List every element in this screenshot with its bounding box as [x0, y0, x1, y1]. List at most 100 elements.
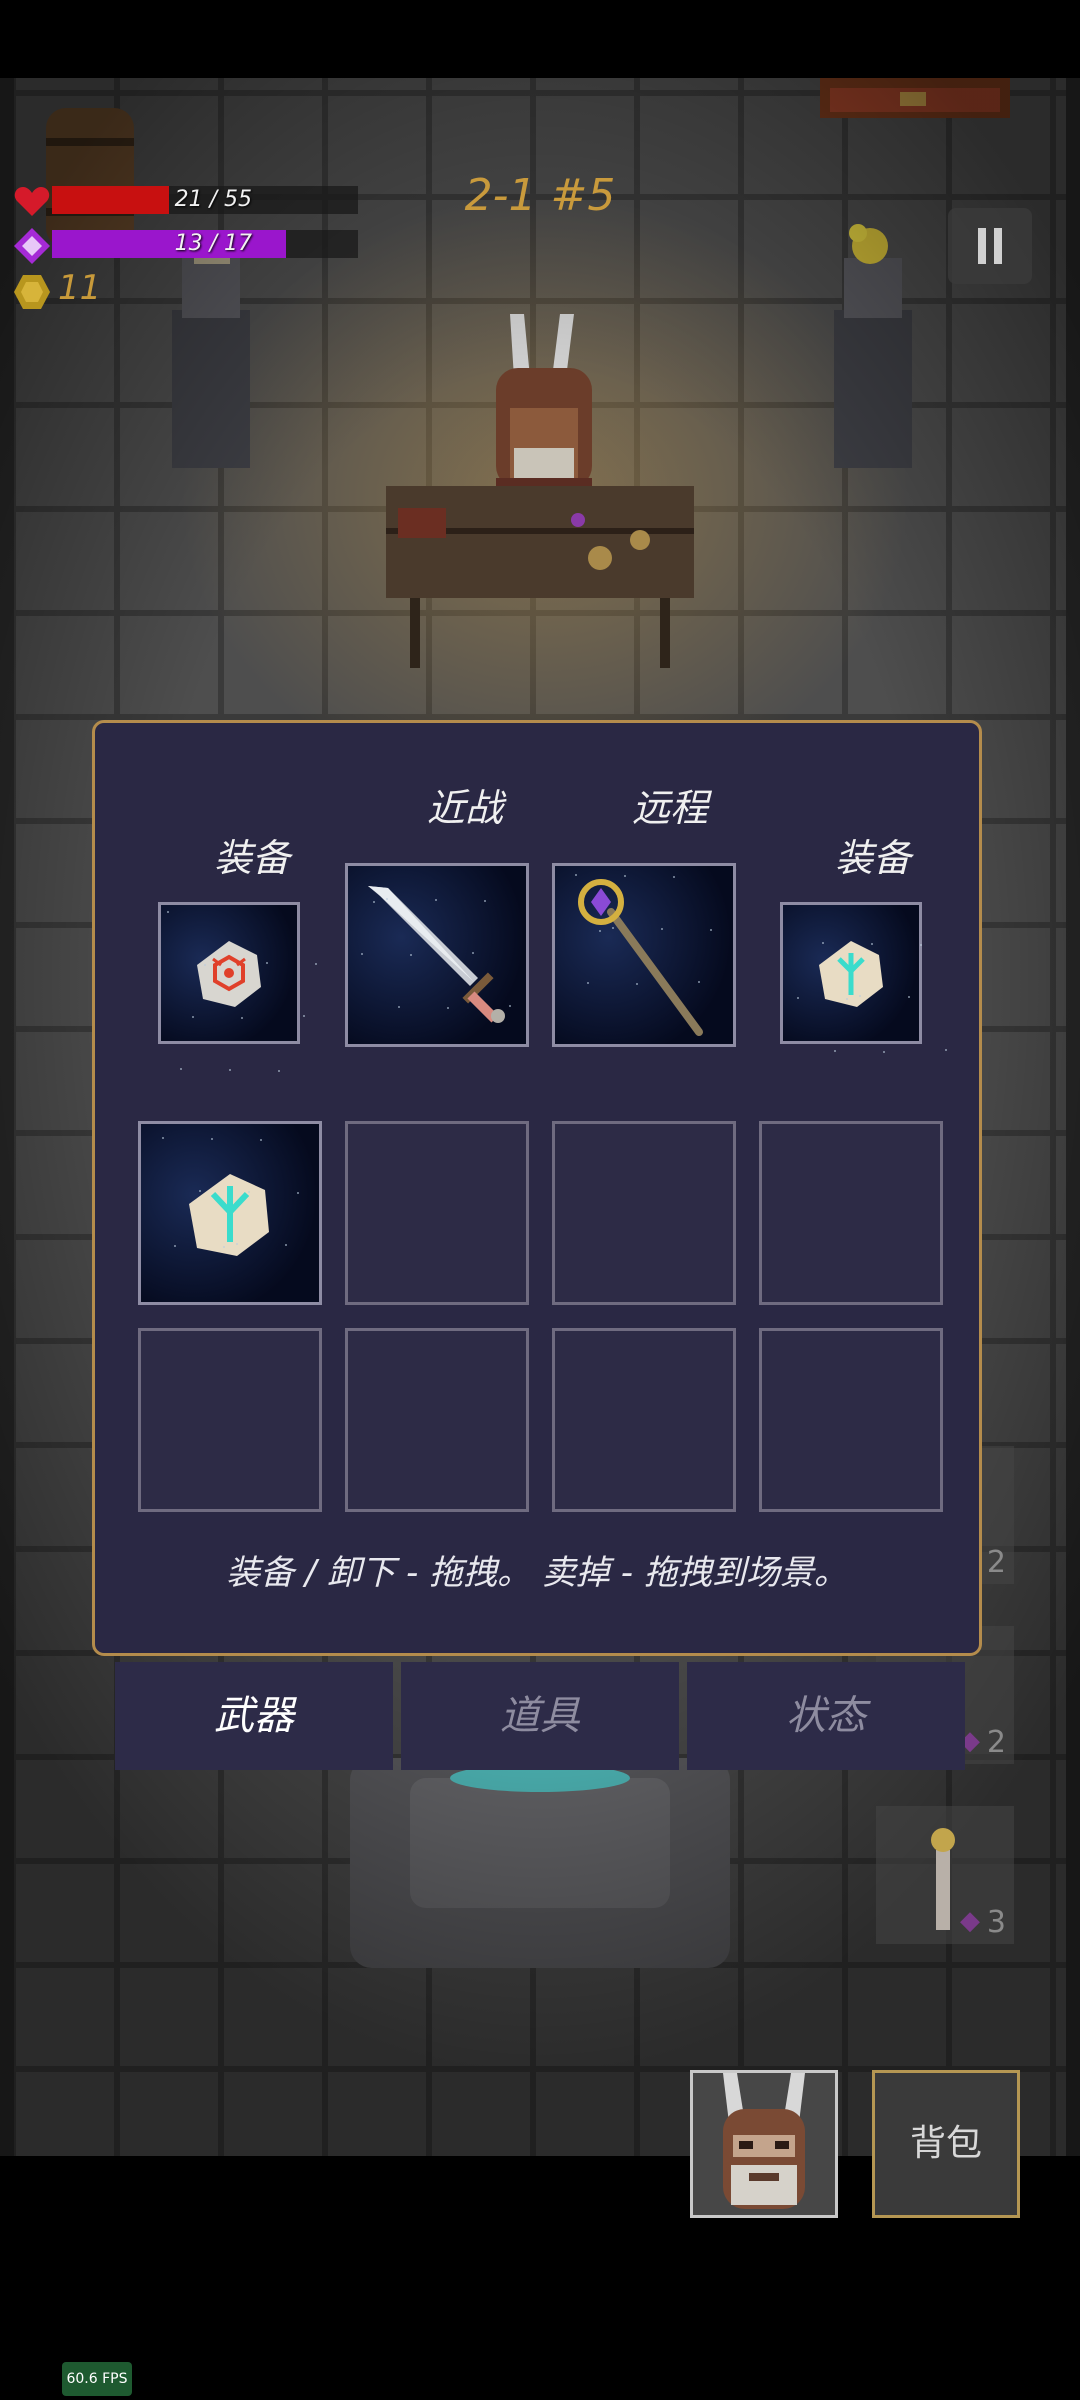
equip-slot-right[interactable]	[780, 902, 947, 1053]
quick-slot-count: 2	[986, 1545, 1006, 1580]
inventory-slot-3[interactable]	[552, 1121, 736, 1305]
star-decor	[822, 942, 824, 944]
ranged-label: 远程	[631, 786, 708, 830]
star-decor	[834, 1050, 836, 1052]
quick-slot-count: 2	[986, 1725, 1006, 1760]
star-decor	[908, 996, 910, 998]
treasure-chest-icon	[820, 78, 1010, 118]
star-decor	[315, 963, 317, 965]
inventory-slot-5[interactable]	[138, 1328, 322, 1512]
inventory-slot-7[interactable]	[552, 1328, 736, 1512]
backpack-button[interactable]: 背包	[872, 2070, 1020, 2218]
star-decor	[859, 995, 861, 997]
star-decor	[447, 1007, 449, 1009]
star-decor	[398, 1006, 400, 1008]
star-decor	[236, 1243, 238, 1245]
melee-weapon-slot[interactable]	[345, 863, 529, 1047]
merchant-table	[386, 486, 694, 668]
star-decor	[180, 1068, 182, 1070]
star-decor	[192, 1016, 194, 1018]
health-bar-track: 21 / 55	[52, 186, 358, 214]
pause-button[interactable]	[948, 208, 1032, 284]
star-decor	[174, 1245, 176, 1247]
star-decor	[797, 997, 799, 999]
inventory-slot-2[interactable]	[345, 1121, 529, 1305]
star-decor	[710, 929, 712, 931]
pedestal-right	[834, 224, 912, 468]
star-decor	[509, 1005, 511, 1007]
star-decor	[211, 1138, 213, 1140]
portal-fountain	[350, 1758, 730, 1968]
star-decor	[241, 1017, 243, 1019]
star-decor	[871, 943, 873, 945]
right-wall	[1066, 78, 1080, 2156]
ranged-weapon-slot[interactable]	[552, 863, 736, 1047]
equip-left-label: 装备	[213, 836, 290, 880]
star-decor	[587, 982, 589, 984]
equip-slot-left[interactable]	[158, 902, 317, 1072]
avatar	[723, 2073, 805, 2209]
star-decor	[386, 898, 388, 900]
star-decor	[223, 1246, 225, 1248]
tab-weapons[interactable]: 武器	[115, 1662, 393, 1770]
star-decor	[846, 998, 848, 1000]
star-decor	[167, 911, 169, 913]
mana-text: 13 / 17	[174, 231, 252, 256]
pause-icon-bar	[994, 228, 1002, 264]
quick-slot-3[interactable]: ◆ 3	[876, 1806, 1014, 1944]
star-decor	[612, 927, 614, 929]
tab-items[interactable]: 道具	[401, 1662, 679, 1770]
star-decor	[698, 981, 700, 983]
coin-count: 11	[58, 268, 102, 308]
inventory-slot-1[interactable]	[138, 1121, 322, 1305]
star-decor	[575, 874, 577, 876]
inventory-hint: 装备 / 卸下 - 拖拽。 卖掉 - 拖拽到场景。	[226, 1553, 848, 1593]
star-decor	[266, 962, 268, 964]
mana-crystal-icon	[14, 228, 50, 264]
star-decor	[361, 953, 363, 955]
level-indicator: 2-1 #5	[464, 170, 616, 221]
inventory-slot-8[interactable]	[759, 1328, 943, 1512]
pedestal-left	[172, 238, 250, 468]
backpack-label: 背包	[909, 2123, 982, 2164]
sword-icon	[368, 886, 505, 1023]
health-text: 21 / 55	[174, 187, 252, 212]
star-decor	[229, 1069, 231, 1071]
star-decor	[435, 899, 437, 901]
star-decor	[661, 928, 663, 930]
character-portrait-button[interactable]	[690, 2070, 838, 2218]
star-decor	[920, 944, 922, 946]
mana-crystal-icon: ◆	[960, 1906, 980, 1936]
star-decor	[199, 1190, 201, 1192]
cyan-rune-stone-icon	[189, 1174, 269, 1256]
equip-right-label: 装备	[834, 836, 911, 880]
star-decor	[278, 1070, 280, 1072]
pause-icon-bar	[978, 228, 986, 264]
inventory-panel: 近战 远程 装备 装备 装备 / 卸下 - 拖拽。 卖掉 - 拖拽到场景。	[92, 720, 982, 1656]
star-decor	[373, 901, 375, 903]
star-decor	[883, 1051, 885, 1053]
star-decor	[248, 1191, 250, 1193]
heart-icon	[14, 187, 50, 216]
cyan-rune-stone-icon	[819, 941, 883, 1007]
left-wall	[0, 78, 14, 2156]
star-decor	[673, 876, 675, 878]
star-decor	[945, 1049, 947, 1051]
star-decor	[285, 1244, 287, 1246]
red-rune-stone-icon	[197, 941, 261, 1007]
inventory-slot-4[interactable]	[759, 1121, 943, 1305]
star-decor	[162, 1137, 164, 1139]
star-decor	[599, 930, 601, 932]
star-decor	[636, 983, 638, 985]
star-decor	[410, 954, 412, 956]
star-decor	[260, 1139, 262, 1141]
inventory-slot-6[interactable]	[345, 1328, 529, 1512]
star-decor	[204, 964, 206, 966]
star-decor	[303, 1015, 305, 1017]
quick-slot-count: 3	[986, 1905, 1006, 1940]
tab-status[interactable]: 状态	[687, 1662, 965, 1770]
melee-label: 近战	[426, 786, 503, 830]
mana-bar-track: 13 / 17	[52, 230, 358, 258]
coin-icon	[14, 275, 50, 309]
star-decor	[624, 875, 626, 877]
